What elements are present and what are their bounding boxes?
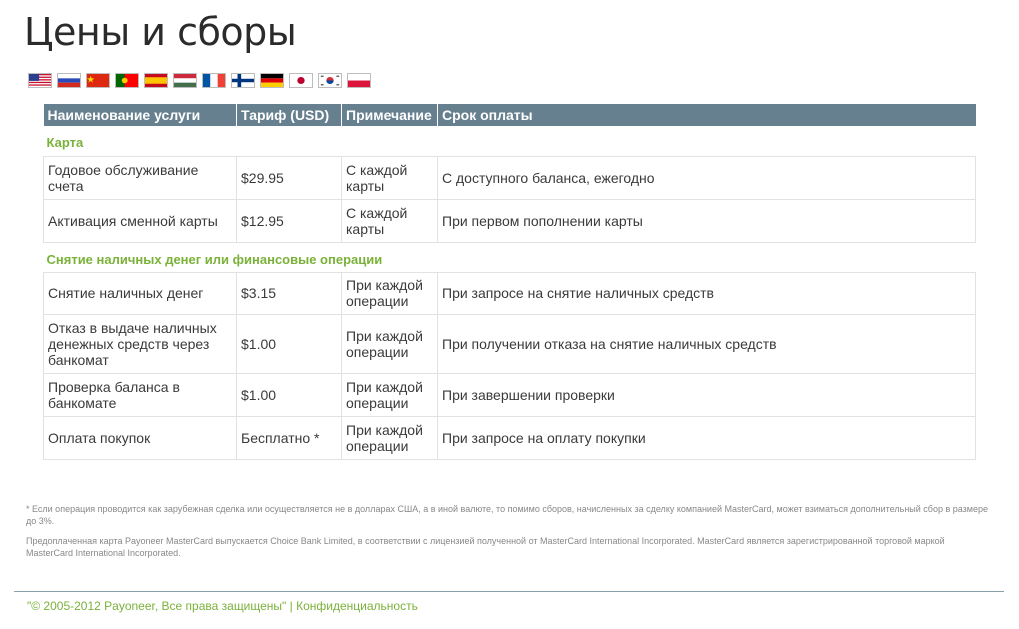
privacy-link[interactable]: Конфиденциальность — [296, 599, 418, 613]
ru-flag-icon[interactable] — [57, 73, 81, 88]
cell-payment-term: При завершении проверки — [437, 372, 976, 417]
cell-tariff: $1.00 — [236, 372, 342, 417]
cell-service: Снятие наличных денег — [43, 271, 237, 315]
cell-tariff: $29.95 — [236, 155, 342, 200]
cell-tariff: $12.95 — [236, 198, 342, 243]
cell-tariff: $1.00 — [236, 313, 342, 374]
table-row: Проверка баланса в банкомате $1.00 При к… — [43, 372, 976, 417]
cell-service: Отказ в выдаче наличных денежных средств… — [43, 313, 237, 374]
cell-note: При каждой операции — [341, 372, 438, 417]
cell-note: При каждой операции — [341, 415, 438, 460]
copyright-text: "© 2005-2012 Payoneer, Все права защищен… — [27, 599, 287, 613]
kr-flag-icon[interactable] — [318, 73, 342, 88]
footer: "© 2005-2012 Payoneer, Все права защищен… — [27, 599, 418, 613]
fr-flag-icon[interactable] — [202, 73, 226, 88]
jp-flag-icon[interactable] — [289, 73, 313, 88]
cell-service: Годовое обслуживание счета — [43, 155, 237, 200]
cell-service: Активация сменной карты — [43, 198, 237, 243]
cell-note: При каждой операции — [341, 271, 438, 315]
section-row-cash: Снятие наличных денег или финансовые опе… — [44, 242, 976, 272]
cell-payment-term: При получении отказа на снятие наличных … — [437, 313, 976, 374]
footer-separator: | — [289, 599, 293, 613]
pt-flag-icon[interactable] — [115, 73, 139, 88]
language-flags — [28, 73, 371, 88]
page-title: Цены и сборы — [24, 10, 297, 54]
section-row-card: Карта — [44, 126, 976, 156]
cell-payment-term: При запросе на оплату покупки — [437, 415, 976, 460]
table-header-row: Наименование услуги Тариф (USD) Примечан… — [43, 104, 976, 126]
table-row: Снятие наличных денег $3.15 При каждой о… — [43, 271, 976, 315]
cell-tariff: $3.15 — [236, 271, 342, 315]
column-header-note: Примечание — [341, 104, 438, 126]
cell-payment-term: При запросе на снятие наличных средств — [437, 271, 976, 315]
es-flag-icon[interactable] — [144, 73, 168, 88]
cell-service: Проверка баланса в банкомате — [43, 372, 237, 417]
hu-flag-icon[interactable] — [173, 73, 197, 88]
table-row: Годовое обслуживание счета $29.95 С кажд… — [43, 155, 976, 200]
footnotes: * Если операция проводится как зарубежна… — [26, 503, 994, 567]
cell-service: Оплата покупок — [43, 415, 237, 460]
column-header-service: Наименование услуги — [43, 104, 237, 126]
section-title: Карта — [46, 135, 84, 151]
pl-flag-icon[interactable] — [347, 73, 371, 88]
table-row: Активация сменной карты $12.95 С каждой … — [43, 198, 976, 243]
cell-note: С каждой карты — [341, 155, 438, 200]
price-table: Наименование услуги Тариф (USD) Примечан… — [43, 104, 976, 460]
footnote-foreign-transaction: * Если операция проводится как зарубежна… — [26, 504, 988, 526]
cell-note: С каждой карты — [341, 198, 438, 243]
cell-note: При каждой операции — [341, 313, 438, 374]
footer-divider — [14, 591, 1004, 592]
column-header-tariff: Тариф (USD) — [236, 104, 342, 126]
us-flag-icon[interactable] — [28, 73, 52, 88]
de-flag-icon[interactable] — [260, 73, 284, 88]
cn-flag-icon[interactable] — [86, 73, 110, 88]
column-header-payment-term: Срок оплаты — [437, 104, 976, 126]
fi-flag-icon[interactable] — [231, 73, 255, 88]
section-title: Снятие наличных денег или финансовые опе… — [46, 251, 383, 267]
cell-payment-term: С доступного баланса, ежегодно — [437, 155, 976, 200]
cell-payment-term: При первом пополнении карты — [437, 198, 976, 243]
table-row: Оплата покупок Бесплатно * При каждой оп… — [43, 415, 976, 460]
footnote-card-issuer: Предоплаченная карта Payoneer MasterCard… — [26, 536, 945, 558]
cell-tariff: Бесплатно * — [236, 415, 342, 460]
table-row: Отказ в выдаче наличных денежных средств… — [43, 313, 976, 374]
